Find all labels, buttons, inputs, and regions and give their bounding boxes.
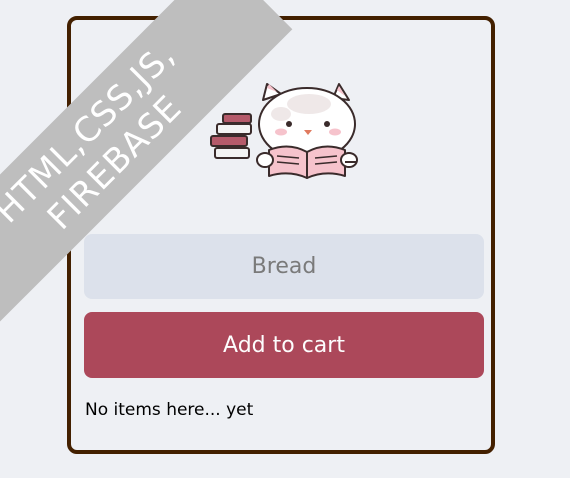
empty-list-message: No items here... yet — [85, 400, 254, 420]
item-name-input[interactable] — [84, 234, 484, 299]
open-book — [256, 145, 358, 179]
book-stack — [210, 113, 252, 159]
cat-reading-book-icon — [210, 83, 358, 179]
add-to-cart-button[interactable]: Add to cart — [84, 312, 484, 378]
app-page: Add to cart No items here... yet HTML,CS… — [0, 0, 570, 478]
